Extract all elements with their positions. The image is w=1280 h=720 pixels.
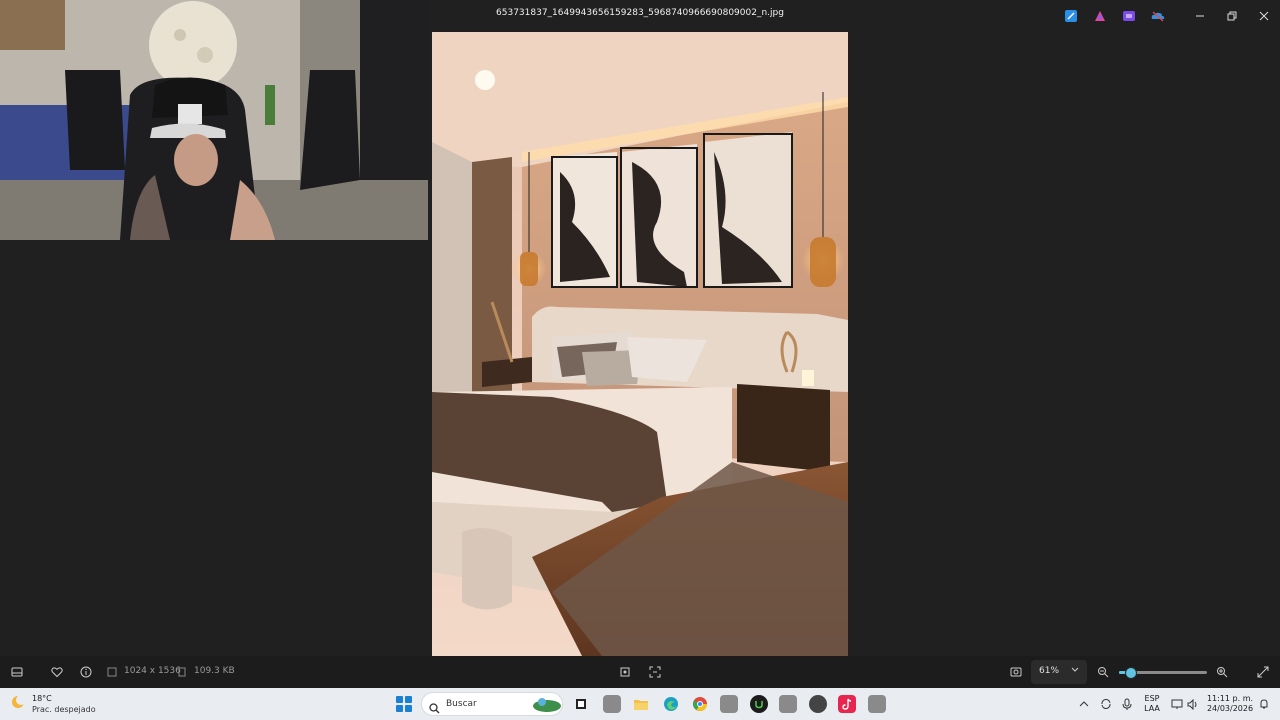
webcam-overlay: [0, 0, 428, 240]
zoom-out-icon[interactable]: [1095, 664, 1111, 680]
fullscreen-icon[interactable]: [1255, 664, 1271, 680]
microphone-icon[interactable]: [1118, 695, 1136, 713]
zoom-slider[interactable]: [1119, 667, 1207, 679]
viewer-toolbar: 1024 x 1536 109.3 KB 61%: [0, 656, 1280, 688]
notification-icon[interactable]: [1255, 695, 1273, 713]
extension-icons: [1062, 7, 1166, 24]
image-dimensions: 1024 x 1536: [124, 666, 181, 676]
task-view-icon[interactable]: [572, 695, 590, 713]
zoom-slider-thumb[interactable]: [1125, 667, 1138, 679]
taskbar: 18°C Prac. despejado Buscar ESP LAA 11:1…: [0, 688, 1280, 720]
clock-date: 24/03/2026: [1206, 704, 1254, 713]
image-canvas[interactable]: [432, 32, 848, 656]
zoom-value: 61%: [1039, 666, 1060, 676]
photo-viewer: 653731837_1649943656159283_5968740966690…: [0, 0, 1280, 688]
zoom-in-icon[interactable]: [1214, 664, 1230, 680]
file-size-icon: [174, 664, 190, 680]
taskbar-search[interactable]: Buscar: [421, 692, 563, 716]
language-indicator[interactable]: ESP LAA: [1142, 694, 1162, 714]
window-controls: [1184, 0, 1280, 32]
app-icon[interactable]: [809, 695, 827, 713]
restore-icon[interactable]: [1216, 0, 1248, 32]
edit-icon[interactable]: [1062, 7, 1079, 24]
designer-icon[interactable]: [1091, 7, 1108, 24]
search-icon: [429, 699, 440, 718]
webcam-image: [0, 0, 428, 240]
clock[interactable]: 11:11 p. m. 24/03/2026: [1205, 694, 1255, 714]
app-icon[interactable]: [779, 695, 797, 713]
onedrive-icon[interactable]: [1149, 7, 1166, 24]
visual-search-icon[interactable]: [647, 664, 663, 680]
app-icon[interactable]: [720, 695, 738, 713]
window-title: 653731837_1649943656159283_5968740966690…: [496, 8, 784, 18]
fit-to-window-icon[interactable]: [1008, 664, 1024, 680]
zoom-dropdown[interactable]: 61%: [1031, 660, 1087, 684]
bing-landscape-icon: [532, 695, 562, 717]
bedroom-photo: [432, 32, 848, 656]
close-icon[interactable]: [1248, 0, 1280, 32]
moon-icon: [10, 694, 26, 714]
chrome-icon[interactable]: [691, 695, 709, 713]
clipchamp-icon[interactable]: [1120, 7, 1137, 24]
weather-desc: Prac. despejado: [32, 705, 96, 714]
weather-widget[interactable]: 18°C Prac. despejado: [10, 693, 96, 715]
dimensions-icon: [104, 664, 120, 680]
favorite-icon[interactable]: [49, 664, 65, 680]
info-icon[interactable]: [78, 664, 94, 680]
filmstrip-icon[interactable]: [9, 664, 25, 680]
search-placeholder: Buscar: [446, 699, 477, 709]
chevron-up-icon[interactable]: [1075, 695, 1093, 713]
keyboard-layout: LAA: [1144, 704, 1160, 713]
start-button[interactable]: [396, 696, 412, 712]
weather-temp: 18°C: [32, 694, 52, 703]
file-explorer-icon[interactable]: [632, 695, 650, 713]
edge-icon[interactable]: [662, 695, 680, 713]
crop-icon[interactable]: [617, 664, 633, 680]
sync-icon[interactable]: [1097, 695, 1115, 713]
tiktok-icon[interactable]: [838, 695, 856, 713]
minimize-icon[interactable]: [1184, 0, 1216, 32]
language-code: ESP: [1144, 694, 1160, 703]
file-size: 109.3 KB: [194, 666, 235, 676]
clock-time: 11:11 p. m.: [1206, 694, 1254, 703]
volume-icon[interactable]: [1184, 695, 1202, 713]
chevron-down-icon: [1071, 665, 1079, 676]
app-icon[interactable]: [868, 695, 886, 713]
app-icon[interactable]: [603, 695, 621, 713]
upwork-icon[interactable]: [750, 695, 768, 713]
